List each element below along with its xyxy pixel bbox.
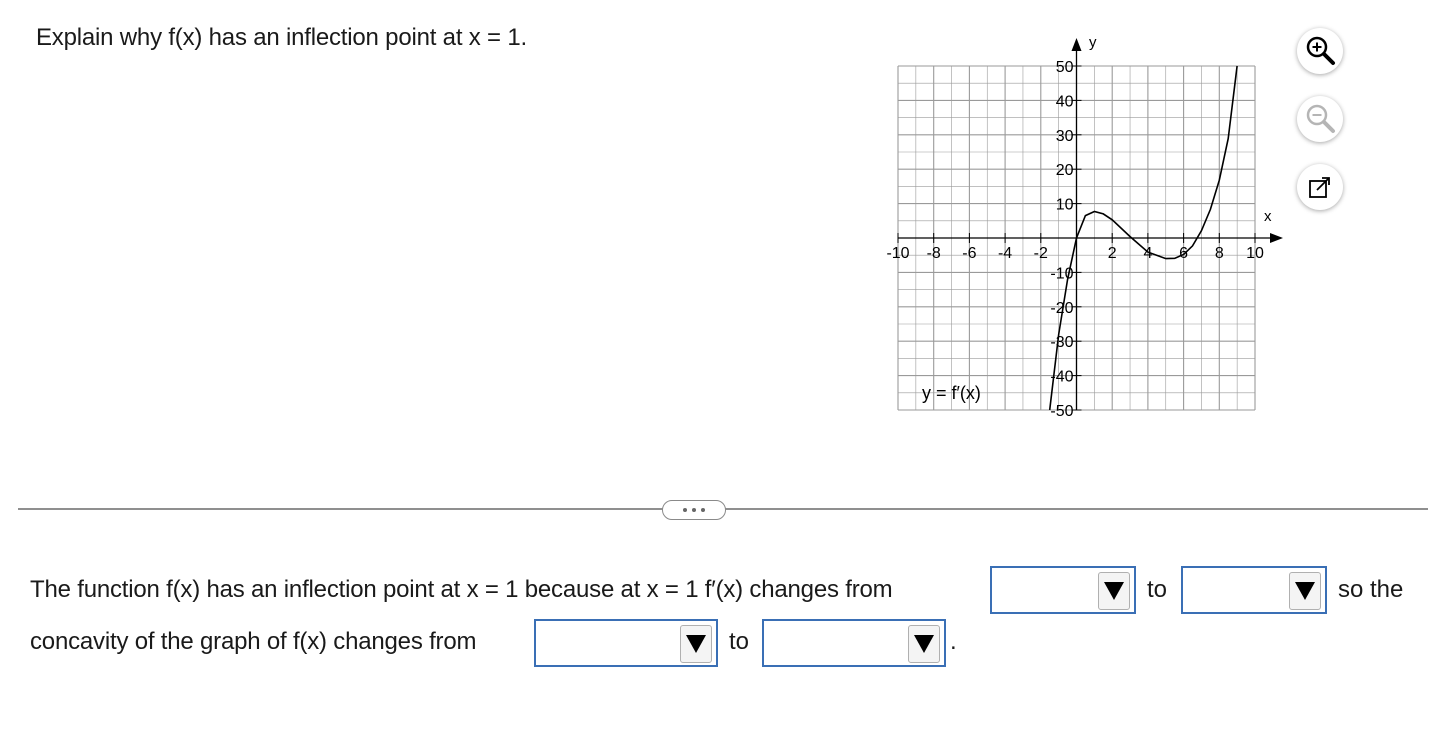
x-tick-label: -8 — [927, 245, 941, 262]
y-tick-label: -50 — [1050, 403, 1073, 420]
zoom-out-icon — [1306, 104, 1335, 133]
y-tick-label: 30 — [1056, 128, 1074, 145]
to-label-1: to — [1147, 576, 1168, 603]
y-tick-label: 50 — [1056, 59, 1074, 76]
zoom-in-icon — [1306, 36, 1335, 65]
answer-line-1: The function f(x) has an inflection poin… — [30, 576, 893, 603]
x-tick-label: -10 — [886, 245, 909, 262]
to-label-2: to — [729, 628, 750, 655]
more-options-button[interactable] — [662, 500, 726, 520]
x-tick-label: 8 — [1215, 245, 1224, 262]
x-axis-arrow — [1270, 233, 1283, 243]
period-label: . — [950, 628, 957, 655]
x-axis-name: x — [1264, 208, 1272, 225]
x-tick-label: 10 — [1246, 245, 1264, 262]
so-the-label: so the — [1338, 576, 1404, 603]
question-text: Explain why f(x) has an inflection point… — [36, 24, 527, 51]
dropdown-concavity-from[interactable] — [534, 619, 718, 667]
x-tick-label: -6 — [962, 245, 976, 262]
y-tick-label: 40 — [1056, 93, 1074, 110]
dropdown-fprime-from[interactable] — [990, 566, 1136, 614]
dropdown-arrow-icon — [908, 625, 940, 663]
x-tick-label: 2 — [1108, 245, 1117, 262]
graph-panel: -10 -8 -6 -4 -2 2 4 6 8 10 50 40 30 20 10 -10 -20 -30 -40-… — [878, 28, 1298, 448]
popout-icon — [1309, 177, 1330, 198]
zoom-in-button[interactable] — [1297, 28, 1343, 74]
dropdown-fprime-to[interactable] — [1181, 566, 1327, 614]
x-tick-label: -4 — [998, 245, 1012, 262]
y-axis-arrow — [1071, 38, 1082, 51]
function-label: y = f′(x) — [922, 383, 981, 403]
y-tick-label: 10 — [1056, 197, 1074, 214]
dropdown-arrow-icon — [1289, 572, 1321, 610]
popout-button[interactable] — [1297, 164, 1343, 210]
y-tick-label: -30 — [1050, 334, 1073, 351]
y-tick-label: 20 — [1056, 162, 1074, 179]
fprime-graph: -10 -8 -6 -4 -2 2 4 6 8 105040302010-10-20-30-40-… — [886, 34, 1283, 420]
y-axis-name: y — [1089, 34, 1097, 51]
answer-line-2: concavity of the graph of f(x) changes f… — [30, 628, 477, 655]
dropdown-arrow-icon — [1098, 572, 1130, 610]
graph-axes — [898, 38, 1283, 410]
x-tick-label: -2 — [1034, 245, 1048, 262]
dropdown-concavity-to[interactable] — [762, 619, 946, 667]
ellipsis-icon — [683, 508, 687, 512]
dropdown-arrow-icon — [680, 625, 712, 663]
zoom-out-button[interactable] — [1297, 96, 1343, 142]
